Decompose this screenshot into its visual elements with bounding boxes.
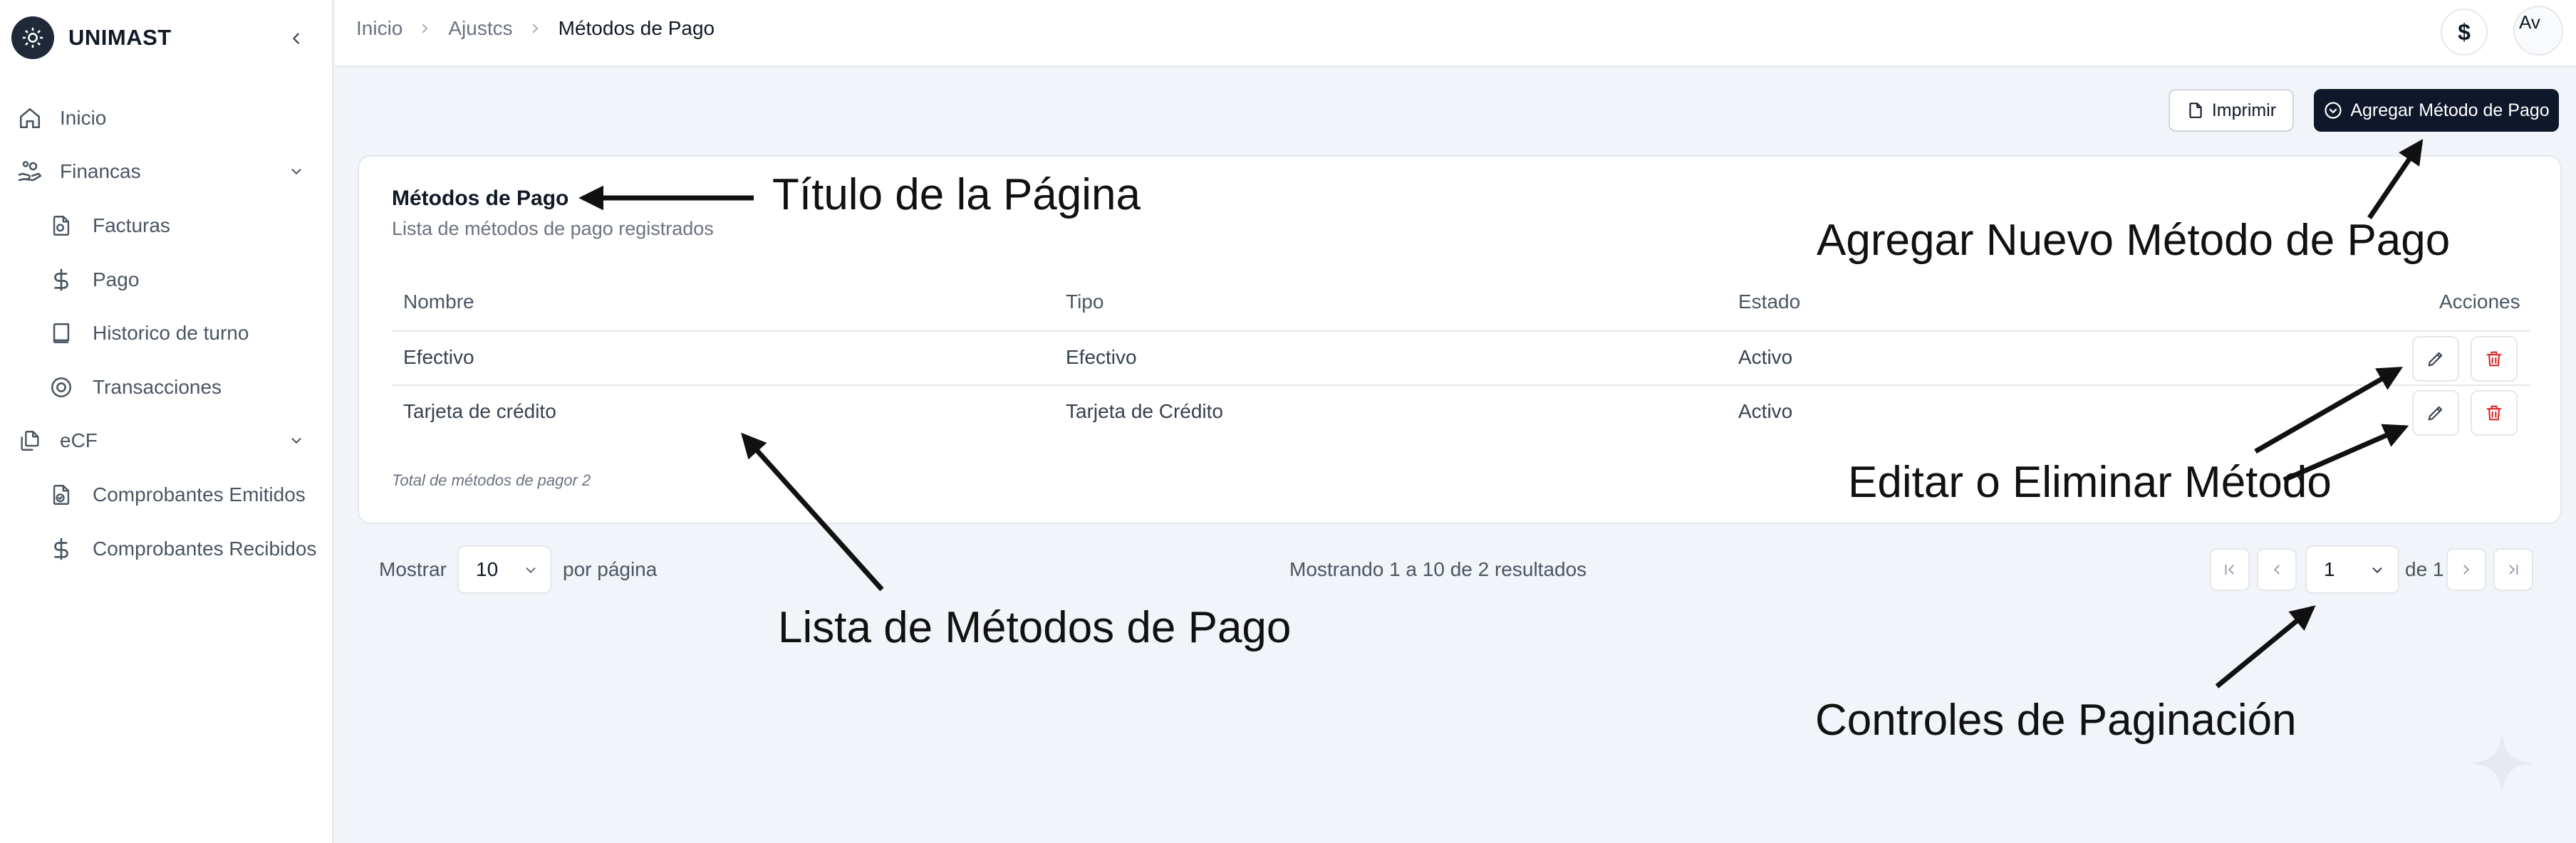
dollar-icon xyxy=(47,535,76,563)
column-header-estado: Estado xyxy=(1738,290,1801,313)
arrow-to-pagination xyxy=(2215,605,2316,688)
annotation-edit-delete: Editar o Eliminar Método xyxy=(1848,458,2332,507)
breadcrumb-item-current: Métodos de Pago xyxy=(558,17,715,39)
chevron-right-icon xyxy=(529,21,543,36)
avatar[interactable]: Av xyxy=(2513,6,2563,56)
per-page-label: por página xyxy=(563,558,658,580)
brand[interactable]: UNIMAST xyxy=(11,16,311,60)
chevron-right-icon xyxy=(418,21,432,36)
edit-button[interactable] xyxy=(2412,390,2459,436)
page-size-select[interactable]: 10 xyxy=(457,545,551,594)
breadcrumb-item-inicio[interactable]: Inicio xyxy=(356,17,402,40)
trash-icon xyxy=(2486,351,2502,367)
sidebar-item-label: Inicio xyxy=(60,107,107,129)
page-size-value: 10 xyxy=(476,558,499,580)
results-summary: Mostrando 1 a 10 de 2 resultados xyxy=(1289,558,1587,580)
table-row: Tarjeta de crédito Tarjeta de Crédito Ac… xyxy=(392,384,2530,439)
column-header-acciones: Acciones xyxy=(2439,290,2520,313)
chevrons-last-icon xyxy=(2509,564,2518,575)
edit-button[interactable] xyxy=(2412,336,2459,382)
current-page-value: 1 xyxy=(2324,558,2335,580)
cell-nombre: Tarjeta de crédito xyxy=(403,400,556,422)
sidebar-item-inicio[interactable]: Inicio xyxy=(0,96,333,140)
pencil-icon xyxy=(2428,406,2443,421)
sidebar-item-transacciones[interactable]: Transacciones xyxy=(0,365,333,409)
chevron-down-icon[interactable] xyxy=(282,426,311,455)
sidebar-item-financas[interactable]: Financas xyxy=(0,150,333,194)
chevron-left-icon xyxy=(2273,565,2280,575)
show-label: Mostrar xyxy=(379,558,447,580)
cell-nombre: Efectivo xyxy=(403,346,474,368)
first-page-button[interactable] xyxy=(2210,548,2250,591)
add-payment-method-button[interactable]: Agregar Método de Pago xyxy=(2314,89,2559,132)
plus-circle-icon xyxy=(2323,100,2343,120)
next-page-button[interactable] xyxy=(2446,548,2486,591)
file-icon xyxy=(2186,101,2205,120)
hand-coins-icon xyxy=(16,157,44,186)
chevron-right-icon xyxy=(2463,565,2470,575)
page-title: Métodos de Pago xyxy=(392,187,569,210)
annotation-page-title: Título de la Página xyxy=(772,170,1141,219)
sidebar-item-label: Comprobantes Recibidos xyxy=(93,538,317,560)
cell-tipo: Efectivo xyxy=(1066,346,1137,368)
print-button-label: Imprimir xyxy=(2211,100,2277,120)
cell-tipo: Tarjeta de Crédito xyxy=(1066,400,1224,422)
sidebar-item-label: Historico de turno xyxy=(93,322,249,344)
trash-icon xyxy=(2486,405,2502,421)
file-stack-icon xyxy=(16,426,44,455)
sidebar-item-facturas[interactable]: Facturas xyxy=(0,204,333,248)
sidebar-item-pago[interactable]: Pago xyxy=(0,258,333,302)
column-header-nombre: Nombre xyxy=(403,290,474,313)
table-row: Efectivo Efectivo Activo xyxy=(392,330,2530,384)
brand-logo-icon xyxy=(11,16,54,59)
page-select[interactable]: 1 xyxy=(2305,545,2399,594)
dollar-icon xyxy=(47,266,76,294)
annotation-method-list: Lista de Métodos de Pago xyxy=(778,603,1292,652)
home-icon xyxy=(16,104,44,132)
sidebar-item-historico-de-turno[interactable]: Historico de turno xyxy=(0,311,333,355)
brand-name: UNIMAST xyxy=(68,25,172,50)
last-page-button[interactable] xyxy=(2493,548,2533,591)
page-subtitle: Lista de métodos de pago registrados xyxy=(392,218,714,239)
chevrons-first-icon xyxy=(2225,564,2234,575)
chevron-down-icon xyxy=(2369,562,2385,578)
sidebar: UNIMAST Inicio Financas Facturas Pago Hi… xyxy=(0,0,333,843)
add-button-label: Agregar Método de Pago xyxy=(2350,100,2550,120)
sidebar-item-comprobantes-recibidos[interactable]: Comprobantes Recibidos xyxy=(0,527,333,571)
chevron-down-icon[interactable] xyxy=(282,157,311,186)
sidebar-item-label: Facturas xyxy=(93,214,170,236)
sidebar-item-ecf[interactable]: eCF xyxy=(0,419,333,463)
top-header: Inicio Ajustcs Métodos de Pago xyxy=(335,0,2576,67)
sidebar-collapse-button[interactable] xyxy=(282,24,311,53)
total-pages-label: de 1 xyxy=(2405,558,2444,580)
sidebar-item-label: Comprobantes Emitidos xyxy=(93,483,306,506)
sidebar-item-label: Financas xyxy=(60,160,141,182)
sidebar-item-label: eCF xyxy=(60,429,98,451)
currency-button[interactable]: $ xyxy=(2441,9,2488,56)
coins-circle-icon xyxy=(47,373,76,402)
sparkle-icon xyxy=(2470,731,2534,795)
breadcrumb: Inicio Ajustcs Métodos de Pago xyxy=(356,17,715,40)
chevron-left-icon xyxy=(293,33,299,44)
file-coins-icon xyxy=(47,211,76,240)
sidebar-item-comprobantes-emitidos[interactable]: Comprobantes Emitidos xyxy=(0,473,333,517)
annotation-pagination: Controles de Paginación xyxy=(1815,696,2297,745)
file-check-icon xyxy=(47,481,76,509)
sidebar-item-label: Pago xyxy=(93,268,140,290)
book-icon xyxy=(47,319,76,347)
delete-button[interactable] xyxy=(2471,390,2518,436)
previous-page-button[interactable] xyxy=(2257,548,2297,591)
sidebar-item-label: Transacciones xyxy=(93,376,222,398)
cell-estado: Activo xyxy=(1738,346,1793,368)
chevron-down-icon xyxy=(523,562,539,578)
pencil-icon xyxy=(2428,352,2443,367)
total-count-note: Total de métodos de pagor 2 xyxy=(392,471,591,489)
print-button[interactable]: Imprimir xyxy=(2169,89,2294,132)
column-header-tipo: Tipo xyxy=(1066,290,1104,313)
delete-button[interactable] xyxy=(2471,336,2518,382)
annotation-add-method: Agregar Nuevo Método de Pago xyxy=(1817,216,2451,265)
cell-estado: Activo xyxy=(1738,400,1793,422)
breadcrumb-item-ajustes[interactable]: Ajustcs xyxy=(448,17,512,40)
